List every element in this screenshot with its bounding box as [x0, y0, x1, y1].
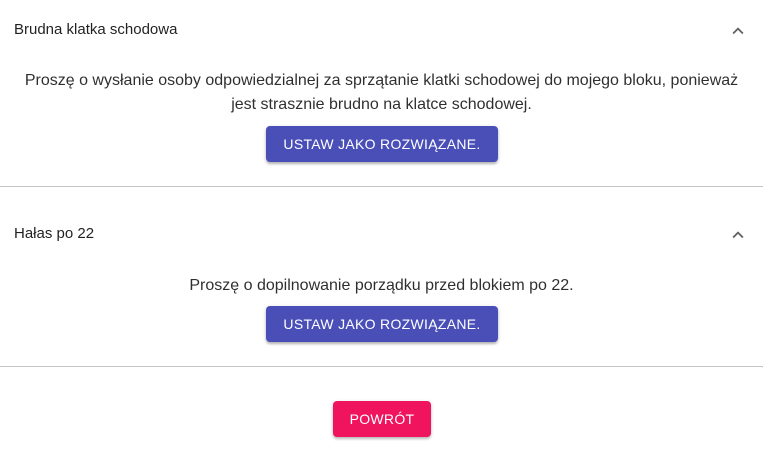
complaint-text-line: Proszę o dopilnowanie porządku przed blo…: [189, 277, 574, 294]
expansion-panel-dirty-staircase: Brudna klatka schodowa Proszę o wysłanie…: [0, 0, 763, 187]
expansion-panel-noise-after-22: Hałas po 22 Proszę o dopilnowanie porząd…: [0, 202, 763, 367]
panel-header[interactable]: Brudna klatka schodowa: [0, 0, 763, 60]
panel-content: Proszę o wysłanie osoby odpowiedzialnej …: [0, 69, 763, 117]
panel-title: Brudna klatka schodowa: [14, 21, 178, 38]
chevron-up-icon[interactable]: [727, 224, 749, 246]
mark-as-resolved-button[interactable]: USTAW JAKO ROZWIĄZANE.: [266, 306, 498, 342]
complaint-text-line: jest strasznie brudno na klatce schodowe…: [231, 96, 532, 113]
panel-spacer: [0, 187, 763, 203]
panel-content: Proszę o dopilnowanie porządku przed blo…: [0, 274, 763, 298]
panel-title: Hałas po 22: [14, 225, 95, 242]
mark-as-resolved-button[interactable]: USTAW JAKO ROZWIĄZANE.: [266, 126, 498, 162]
complaint-text-line: Proszę o wysłanie osoby odpowiedzialnej …: [24, 72, 739, 89]
back-button[interactable]: POWRÓT: [333, 401, 431, 437]
chevron-up-icon[interactable]: [727, 20, 749, 42]
panel-header[interactable]: Hałas po 22: [0, 202, 763, 262]
complaints-page: Brudna klatka schodowa Proszę o wysłanie…: [0, 0, 767, 472]
